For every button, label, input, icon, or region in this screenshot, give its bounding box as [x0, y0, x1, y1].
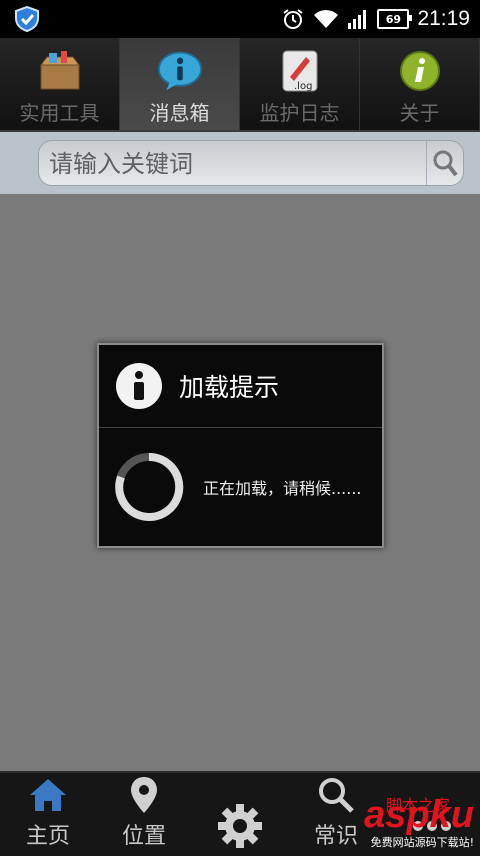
tab-messages[interactable]: 消息箱: [120, 38, 240, 130]
settings-gear-icon: [216, 804, 264, 848]
tab-log[interactable]: .log 监护日志: [240, 38, 360, 130]
watermark-cn: 脚本之家: [385, 796, 450, 815]
status-bar: 69 21:19: [0, 0, 480, 38]
battery-icon: 69: [377, 9, 413, 29]
info-bubble-icon: [157, 49, 203, 93]
search-icon: [433, 150, 458, 177]
dialog-header: 加载提示: [99, 345, 382, 428]
log-file-icon: .log: [277, 49, 323, 93]
search-button[interactable]: [426, 141, 463, 185]
nav-label: 主页: [25, 824, 70, 849]
home-icon: [28, 773, 68, 816]
shield-icon: [15, 6, 39, 32]
toolbox-icon: [37, 49, 83, 93]
nav-location[interactable]: 位置: [96, 773, 192, 856]
tab-label: 监护日志: [259, 101, 340, 125]
search-box: [38, 140, 464, 187]
nav-label: 常识: [313, 824, 358, 849]
about-icon: [397, 49, 443, 93]
search-icon: [316, 773, 356, 816]
nav-settings[interactable]: [192, 773, 288, 856]
clock: 21:19: [417, 7, 470, 30]
signal-icon: [348, 10, 367, 29]
info-icon: [116, 363, 162, 409]
tab-tools[interactable]: 实用工具: [0, 38, 120, 130]
dialog-title: 加载提示: [179, 373, 280, 402]
nav-home[interactable]: 主页: [0, 773, 96, 856]
search-bar: [0, 132, 480, 194]
tab-label: 消息箱: [149, 101, 210, 125]
nav-label: 位置: [121, 824, 166, 849]
tab-about[interactable]: 关于: [360, 38, 480, 130]
location-pin-icon: [129, 773, 159, 816]
watermark-sub: 免费网站源码下载站!: [370, 836, 474, 849]
loading-spinner-icon: [115, 452, 184, 521]
svg-text:.log: .log: [294, 81, 312, 92]
tab-label: 实用工具: [19, 101, 100, 125]
alarm-icon: [283, 9, 304, 29]
watermark: 脚本之家 aspku 免费网站源码下载站!: [364, 796, 474, 850]
search-input[interactable]: [47, 141, 421, 187]
battery-level: 69: [385, 12, 402, 26]
dialog-message: 正在加载，请稍候......: [203, 479, 362, 498]
top-tab-bar: 实用工具 消息箱 .log 监护日志 关于: [0, 38, 480, 132]
wifi-icon: [314, 10, 339, 28]
loading-dialog: 加载提示 正在加载，请稍候......: [97, 343, 384, 548]
tab-label: 关于: [399, 101, 440, 125]
dialog-body: 正在加载，请稍候......: [99, 428, 382, 546]
bottom-nav: 主页 位置 常识 脚本之家 aspku 免费网站源码下载站!: [0, 771, 480, 856]
